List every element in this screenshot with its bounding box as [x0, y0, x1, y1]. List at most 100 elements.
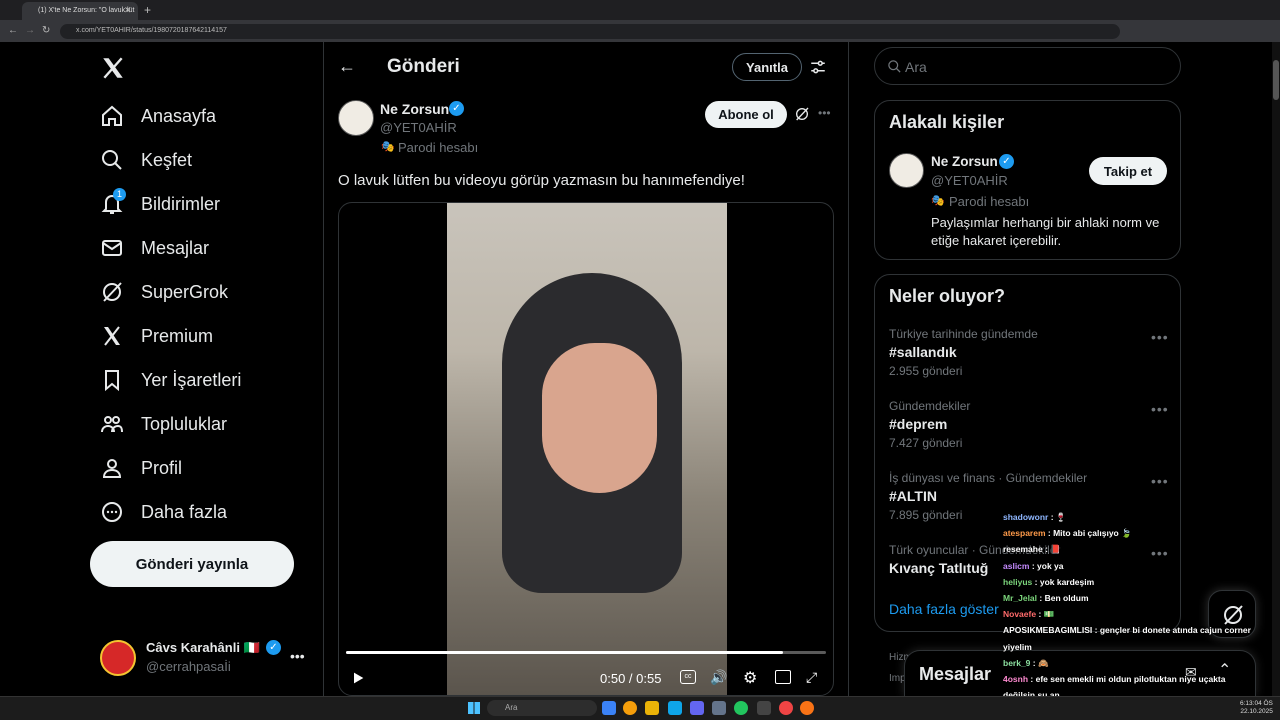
pip-icon[interactable] — [775, 670, 791, 684]
x-icon — [104, 326, 120, 346]
reply-button[interactable]: Yanıtla — [732, 53, 802, 81]
browser-tab[interactable]: (1) X'te Ne Zorsun: "O lavuk lüt — [22, 2, 138, 20]
author-name[interactable]: Ne Zorsun — [380, 101, 449, 117]
nav-more[interactable]: Daha fazla — [100, 494, 320, 530]
back-icon[interactable]: ← — [8, 25, 18, 36]
taskbar-app-icon[interactable] — [645, 701, 659, 715]
nav-notifications[interactable]: Bildirimler — [100, 186, 320, 222]
nav-bookmarks[interactable]: Yer İşaretleri — [100, 362, 320, 398]
volume-icon[interactable]: 🔊 — [710, 669, 727, 686]
chat-text: : Ben oldum — [1039, 593, 1089, 603]
related-avatar[interactable] — [889, 153, 924, 188]
nav-home[interactable]: Anasayfa — [100, 98, 320, 134]
related-handle[interactable]: @YET0AHİR — [931, 173, 1008, 188]
taskbar-app-icon[interactable] — [779, 701, 793, 715]
video-face — [542, 343, 657, 493]
trend-more-icon[interactable]: ••• — [1151, 401, 1169, 417]
post-more-icon[interactable]: ••• — [818, 106, 831, 120]
taskbar-app-icon[interactable] — [734, 701, 748, 715]
nav-profile[interactable]: Profil — [100, 450, 320, 486]
video-player[interactable] — [338, 202, 834, 696]
people-icon — [101, 416, 123, 433]
trend-more-icon[interactable]: ••• — [1151, 473, 1169, 489]
settings-icon[interactable]: ⚙ — [743, 668, 757, 688]
trend-item[interactable]: Gündemdekiler #deprem 7.427 gönderi ••• — [889, 399, 1169, 451]
chat-username: 4osnh — [1003, 674, 1031, 684]
parody-icon: 🎭 — [381, 141, 395, 153]
nav-messages[interactable]: Mesajlar — [100, 230, 320, 266]
subscribe-button[interactable]: Abone ol — [705, 101, 787, 128]
follow-button[interactable]: Takip et — [1089, 157, 1167, 185]
home-icon — [102, 105, 122, 126]
chat-message: aslicm : yok ya — [1003, 561, 1063, 571]
mail-icon — [102, 240, 122, 256]
chat-message: 4osnh : efe sen emekli mi oldun pilotluk… — [1003, 674, 1225, 684]
account-name: Câvs Karahânli 🇮🇹 — [146, 640, 260, 655]
search-icon — [102, 150, 122, 170]
taskbar-search[interactable]: Ara — [487, 700, 597, 716]
trend-item[interactable]: Türkiye tarihinde gündemde #sallandık 2.… — [889, 327, 1169, 379]
grok-icon — [103, 282, 122, 302]
chat-message: resemahe : 📕 — [1003, 544, 1061, 555]
address-bar[interactable]: x.com/YET0AHIR/status/198072018764211415… — [60, 24, 1120, 39]
new-tab-icon[interactable]: + — [144, 3, 151, 17]
taskbar-app-icon[interactable] — [623, 701, 637, 715]
nav-explore[interactable]: Keşfet — [100, 142, 320, 178]
nav-label: Anasayfa — [141, 105, 217, 126]
taskbar-app-icon[interactable] — [668, 701, 682, 715]
scrollbar-thumb[interactable] — [1273, 60, 1279, 100]
chat-username: Novaefe — [1003, 609, 1039, 620]
nav-supergrok[interactable]: SuperGrok — [100, 274, 320, 310]
author-handle[interactable]: @YET0AHİR — [380, 120, 457, 135]
tab-title: (1) X'te Ne Zorsun: "O lavuk lüt — [38, 7, 135, 14]
chat-message: yiyelim — [1003, 642, 1032, 652]
trend-more-icon[interactable]: ••• — [1151, 545, 1169, 561]
taskbar-app-icon[interactable] — [712, 701, 726, 715]
verified-badge-icon: ✓ — [999, 154, 1014, 169]
account-more-icon[interactable]: ••• — [290, 648, 305, 664]
search-box[interactable]: Ara — [874, 47, 1181, 85]
chat-username: berk_9 — [1003, 657, 1033, 668]
filter-icon[interactable] — [809, 58, 827, 81]
post-button[interactable]: Gönderi yayınla — [90, 541, 294, 587]
nav-premium[interactable]: Premium — [100, 318, 320, 354]
nav-label: Premium — [141, 325, 214, 346]
chat-message: berk_9 : 🙈 — [1003, 658, 1049, 669]
show-more-link[interactable]: Daha fazla göster — [889, 601, 999, 617]
taskbar — [0, 696, 1280, 720]
chat-text: : efe sen emekli mi oldun pilotluktan ni… — [1030, 674, 1226, 684]
reload-icon[interactable]: ↻ — [42, 25, 50, 36]
more-circle-icon — [102, 502, 122, 522]
captions-icon[interactable]: cc — [680, 670, 696, 684]
start-icon[interactable] — [468, 702, 480, 714]
close-tab-icon[interactable]: ✕ — [124, 5, 132, 16]
fullscreen-icon[interactable]: ⤢ — [806, 669, 817, 686]
account-handle: @cerrahpasaİi — [146, 659, 231, 674]
taskbar-app-icon[interactable] — [690, 701, 704, 715]
trend-more-icon[interactable]: ••• — [1151, 329, 1169, 345]
forward-icon[interactable]: → — [25, 25, 35, 36]
account-avatar[interactable] — [100, 640, 136, 676]
taskbar-app-icon[interactable] — [757, 701, 771, 715]
play-icon[interactable] — [350, 670, 366, 691]
post-text: O lavuk lütfen bu videoyu görüp yazmasın… — [338, 172, 745, 189]
search-placeholder: Ara — [905, 59, 927, 75]
chat-username: resemahe — [1003, 544, 1046, 555]
chat-text: : gençler bi donete atında cajun corner — [1094, 625, 1251, 636]
grok-icon[interactable] — [794, 106, 810, 127]
author-avatar[interactable] — [338, 100, 374, 136]
chat-message: heliyus : yok kardeşim — [1003, 577, 1094, 587]
scrollbar[interactable] — [1272, 42, 1280, 696]
taskbar-app-icon[interactable] — [800, 701, 814, 715]
taskbar-date: 22.10.2025 — [1240, 708, 1273, 715]
related-name[interactable]: Ne Zorsun — [931, 154, 998, 169]
back-arrow-icon[interactable]: ← — [338, 56, 356, 77]
nav-communities[interactable]: Topluluklar — [100, 406, 320, 442]
parody-label: Parodi hesabı — [398, 140, 479, 155]
video-frame — [447, 203, 727, 695]
taskbar-app-icon[interactable] — [602, 701, 616, 715]
nav-label: Bildirimler — [141, 193, 221, 214]
parody-icon: 🎭 — [931, 195, 945, 207]
messages-title: Mesajlar — [919, 664, 992, 684]
x-logo-icon[interactable] — [100, 55, 126, 81]
